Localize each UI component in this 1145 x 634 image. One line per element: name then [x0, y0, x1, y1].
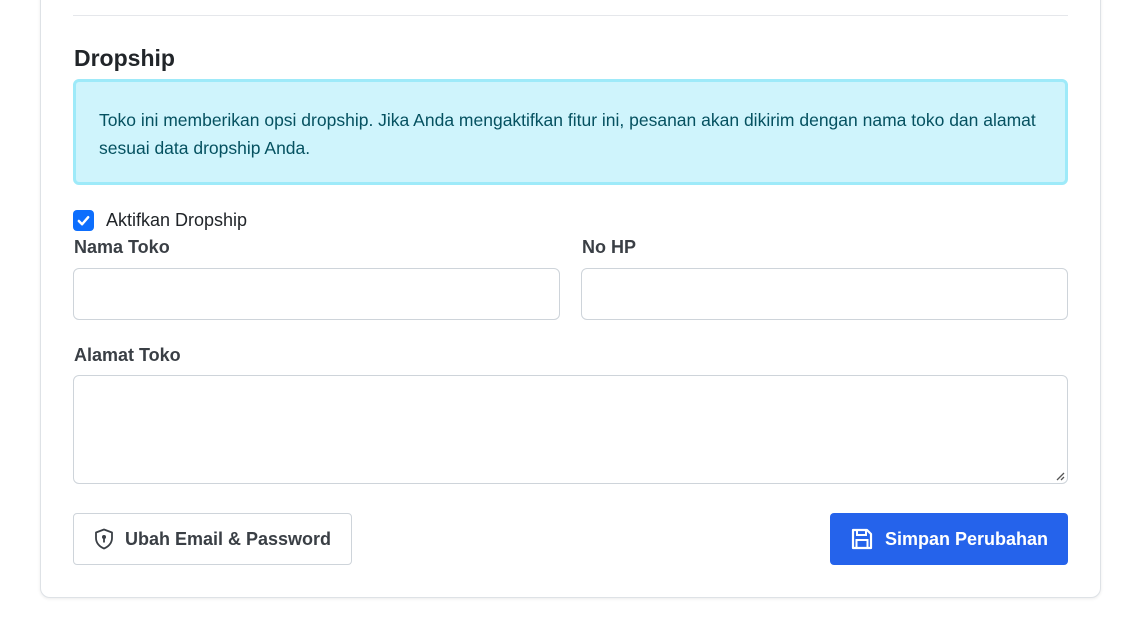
resize-handle-icon[interactable]: [1053, 469, 1065, 481]
save-changes-button[interactable]: Simpan Perubahan: [830, 513, 1068, 565]
enable-dropship-row[interactable]: Aktifkan Dropship: [73, 210, 247, 231]
section-divider: [73, 15, 1068, 16]
save-changes-label: Simpan Perubahan: [884, 528, 1049, 549]
dropship-info-text: Toko ini memberikan opsi dropship. Jika …: [99, 110, 1036, 158]
store-address-textarea[interactable]: [73, 375, 1068, 484]
store-name-label: Nama Toko: [74, 237, 170, 257]
store-address-label: Alamat Toko: [74, 345, 181, 365]
store-name-input[interactable]: [73, 268, 560, 320]
save-icon: [850, 527, 874, 551]
change-email-password-button[interactable]: Ubah Email & Password: [73, 513, 352, 565]
checkmark-icon: [77, 216, 90, 226]
change-email-password-label: Ubah Email & Password: [124, 528, 332, 549]
shield-icon: [94, 528, 114, 550]
enable-dropship-checkbox[interactable]: [73, 210, 94, 231]
dropship-info-alert: Toko ini memberikan opsi dropship. Jika …: [73, 79, 1068, 185]
enable-dropship-label: Aktifkan Dropship: [106, 210, 248, 230]
dropship-section-title: Dropship: [74, 45, 175, 71]
phone-input[interactable]: [581, 268, 1068, 320]
phone-label: No HP: [582, 237, 636, 257]
